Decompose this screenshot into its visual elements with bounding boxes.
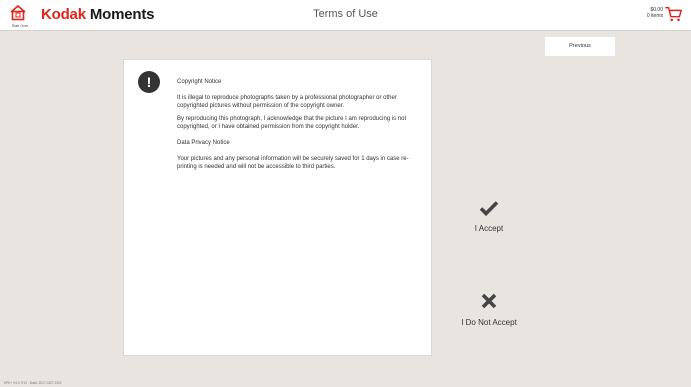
- build-info: KPK+ V4.0 IT10 - Build: 2017.0327.2302: [4, 381, 62, 385]
- x-icon: [481, 293, 497, 309]
- shopping-cart-icon[interactable]: [665, 5, 683, 23]
- accept-button[interactable]: I Accept: [444, 200, 534, 234]
- decline-button[interactable]: I Do Not Accept: [444, 292, 534, 328]
- terms-card: ! Copyright Notice It is illegal to repr…: [123, 59, 432, 356]
- page-title: Terms of Use: [313, 8, 378, 20]
- cart-item-count: 0 items: [646, 13, 663, 19]
- checkmark-icon: [479, 201, 499, 216]
- terms-of-use-screen: Start Over Kodak Moments Terms of Use $0…: [0, 0, 691, 387]
- copyright-paragraph-2: By reproducing this photograph, I acknow…: [177, 115, 407, 130]
- previous-button[interactable]: Previous: [545, 37, 615, 56]
- decline-label: I Do Not Accept: [461, 318, 517, 327]
- terms-text: Copyright Notice It is illegal to reprod…: [177, 78, 413, 175]
- header-bar: Start Over Kodak Moments Terms of Use $0…: [0, 0, 691, 31]
- cart-summary[interactable]: $0.00 0 items: [647, 7, 663, 19]
- privacy-heading: Data Privacy Notice: [177, 139, 230, 146]
- accept-label: I Accept: [474, 224, 504, 233]
- copyright-heading: Copyright Notice: [177, 79, 222, 85]
- exclamation-icon: !: [138, 71, 160, 93]
- start-over-label: Start Over: [11, 24, 29, 28]
- copyright-paragraph-1: It is illegal to reproduce photographs t…: [177, 95, 397, 109]
- privacy-paragraph: Your pictures and any personal informati…: [177, 155, 409, 170]
